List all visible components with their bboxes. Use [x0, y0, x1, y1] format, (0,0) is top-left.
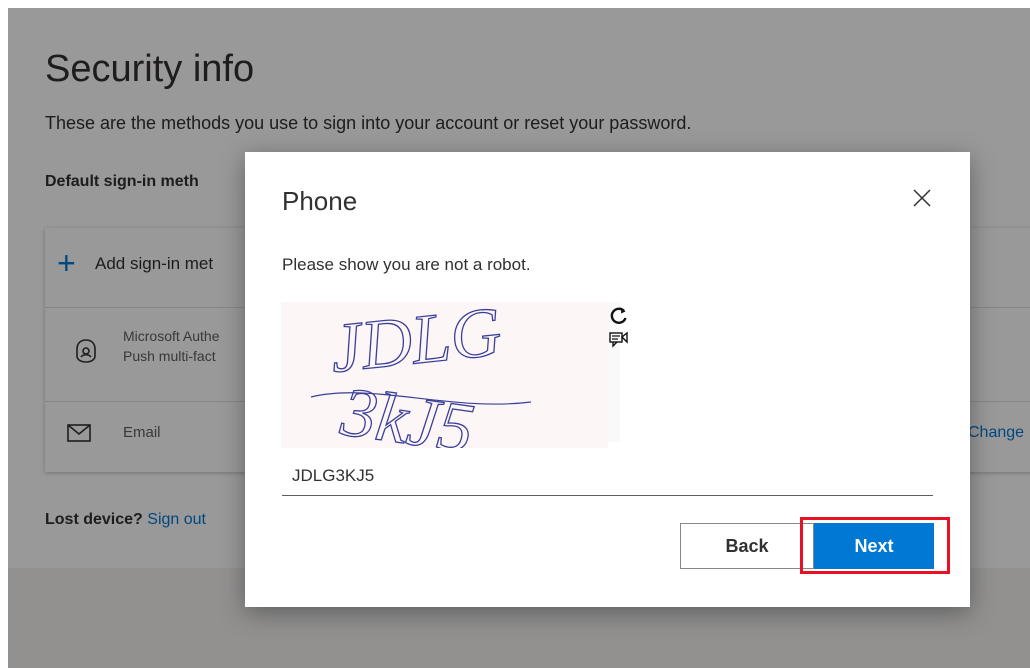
- phone-dialog: Phone Please show you are not a robot. J…: [245, 152, 970, 607]
- captcha-line-2: 3kJ5: [336, 373, 479, 448]
- next-button[interactable]: Next: [814, 523, 934, 569]
- dialog-title: Phone: [282, 186, 358, 216]
- close-icon[interactable]: [910, 186, 934, 210]
- refresh-icon[interactable]: [609, 306, 629, 326]
- captcha-image: JDLG 3kJ5: [281, 293, 608, 469]
- captcha-prompt: Please show you are not a robot.: [282, 255, 531, 274]
- back-button[interactable]: Back: [680, 523, 814, 569]
- audio-speaker-icon[interactable]: [609, 330, 629, 350]
- captcha-answer-input[interactable]: [282, 456, 933, 496]
